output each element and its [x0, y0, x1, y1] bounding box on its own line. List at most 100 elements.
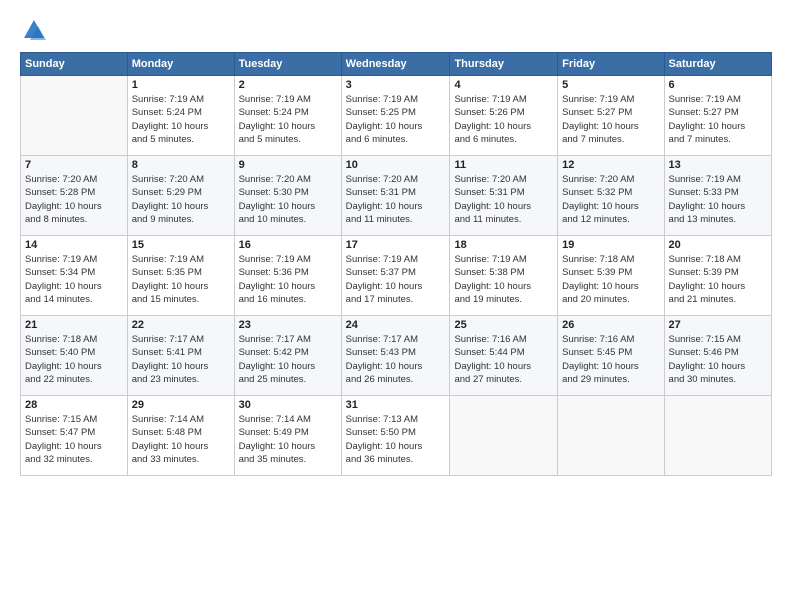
calendar-week-row: 28 Sunrise: 7:15 AMSunset: 5:47 PMDayligh… [21, 396, 772, 476]
day-info: Sunrise: 7:20 AMSunset: 5:30 PMDaylight:… [239, 173, 337, 226]
calendar-cell: 13 Sunrise: 7:19 AMSunset: 5:33 PMDayligh… [664, 156, 771, 236]
calendar-cell: 27 Sunrise: 7:15 AMSunset: 5:46 PMDayligh… [664, 316, 771, 396]
calendar-week-row: 21 Sunrise: 7:18 AMSunset: 5:40 PMDayligh… [21, 316, 772, 396]
day-info: Sunrise: 7:20 AMSunset: 5:28 PMDaylight:… [25, 173, 123, 226]
calendar-cell: 11 Sunrise: 7:20 AMSunset: 5:31 PMDayligh… [450, 156, 558, 236]
day-number: 13 [669, 159, 767, 171]
header [20, 16, 772, 44]
calendar-cell: 16 Sunrise: 7:19 AMSunset: 5:36 PMDayligh… [234, 236, 341, 316]
day-info: Sunrise: 7:19 AMSunset: 5:27 PMDaylight:… [669, 93, 767, 146]
day-info: Sunrise: 7:17 AMSunset: 5:43 PMDaylight:… [346, 333, 446, 386]
day-info: Sunrise: 7:19 AMSunset: 5:36 PMDaylight:… [239, 253, 337, 306]
day-info: Sunrise: 7:19 AMSunset: 5:37 PMDaylight:… [346, 253, 446, 306]
day-number: 19 [562, 239, 659, 251]
day-number: 6 [669, 79, 767, 91]
day-number: 18 [454, 239, 553, 251]
day-number: 17 [346, 239, 446, 251]
calendar-cell: 5 Sunrise: 7:19 AMSunset: 5:27 PMDaylight… [558, 76, 664, 156]
day-info: Sunrise: 7:16 AMSunset: 5:45 PMDaylight:… [562, 333, 659, 386]
day-number: 30 [239, 399, 337, 411]
day-number: 4 [454, 79, 553, 91]
day-number: 16 [239, 239, 337, 251]
day-number: 1 [132, 79, 230, 91]
day-number: 28 [25, 399, 123, 411]
day-info: Sunrise: 7:19 AMSunset: 5:34 PMDaylight:… [25, 253, 123, 306]
calendar-cell: 21 Sunrise: 7:18 AMSunset: 5:40 PMDayligh… [21, 316, 128, 396]
day-info: Sunrise: 7:14 AMSunset: 5:48 PMDaylight:… [132, 413, 230, 466]
calendar-cell: 4 Sunrise: 7:19 AMSunset: 5:26 PMDaylight… [450, 76, 558, 156]
calendar-cell: 18 Sunrise: 7:19 AMSunset: 5:38 PMDayligh… [450, 236, 558, 316]
calendar-cell: 17 Sunrise: 7:19 AMSunset: 5:37 PMDayligh… [341, 236, 450, 316]
calendar-cell: 14 Sunrise: 7:19 AMSunset: 5:34 PMDayligh… [21, 236, 128, 316]
calendar-table: SundayMondayTuesdayWednesdayThursdayFrid… [20, 52, 772, 476]
calendar-cell: 22 Sunrise: 7:17 AMSunset: 5:41 PMDayligh… [127, 316, 234, 396]
weekday-header-sunday: Sunday [21, 53, 128, 76]
day-info: Sunrise: 7:19 AMSunset: 5:35 PMDaylight:… [132, 253, 230, 306]
calendar-cell [664, 396, 771, 476]
day-info: Sunrise: 7:17 AMSunset: 5:42 PMDaylight:… [239, 333, 337, 386]
day-info: Sunrise: 7:14 AMSunset: 5:49 PMDaylight:… [239, 413, 337, 466]
weekday-header-monday: Monday [127, 53, 234, 76]
calendar-cell: 2 Sunrise: 7:19 AMSunset: 5:24 PMDaylight… [234, 76, 341, 156]
day-info: Sunrise: 7:19 AMSunset: 5:24 PMDaylight:… [239, 93, 337, 146]
day-info: Sunrise: 7:19 AMSunset: 5:26 PMDaylight:… [454, 93, 553, 146]
calendar-cell [558, 396, 664, 476]
day-number: 22 [132, 319, 230, 331]
day-info: Sunrise: 7:19 AMSunset: 5:27 PMDaylight:… [562, 93, 659, 146]
calendar-week-row: 14 Sunrise: 7:19 AMSunset: 5:34 PMDayligh… [21, 236, 772, 316]
day-info: Sunrise: 7:15 AMSunset: 5:46 PMDaylight:… [669, 333, 767, 386]
day-info: Sunrise: 7:19 AMSunset: 5:25 PMDaylight:… [346, 93, 446, 146]
day-info: Sunrise: 7:18 AMSunset: 5:40 PMDaylight:… [25, 333, 123, 386]
logo-icon [20, 16, 48, 44]
day-info: Sunrise: 7:19 AMSunset: 5:24 PMDaylight:… [132, 93, 230, 146]
day-number: 23 [239, 319, 337, 331]
calendar-cell: 26Sunrise: 7:16 AMSunset: 5:45 PMDayligh… [558, 316, 664, 396]
day-info: Sunrise: 7:20 AMSunset: 5:29 PMDaylight:… [132, 173, 230, 226]
weekday-header-saturday: Saturday [664, 53, 771, 76]
weekday-header-row: SundayMondayTuesdayWednesdayThursdayFrid… [21, 53, 772, 76]
day-info: Sunrise: 7:17 AMSunset: 5:41 PMDaylight:… [132, 333, 230, 386]
calendar-cell: 19 Sunrise: 7:18 AMSunset: 5:39 PMDayligh… [558, 236, 664, 316]
calendar-cell: 12 Sunrise: 7:20 AMSunset: 5:32 PMDayligh… [558, 156, 664, 236]
calendar-cell: 25Sunrise: 7:16 AMSunset: 5:44 PMDayligh… [450, 316, 558, 396]
day-number: 11 [454, 159, 553, 171]
day-info: Sunrise: 7:18 AMSunset: 5:39 PMDaylight:… [562, 253, 659, 306]
page: SundayMondayTuesdayWednesdayThursdayFrid… [0, 0, 792, 612]
day-number: 5 [562, 79, 659, 91]
weekday-header-wednesday: Wednesday [341, 53, 450, 76]
day-info: Sunrise: 7:20 AMSunset: 5:31 PMDaylight:… [346, 173, 446, 226]
day-number: 29 [132, 399, 230, 411]
day-info: Sunrise: 7:19 AMSunset: 5:38 PMDaylight:… [454, 253, 553, 306]
calendar-cell: 1 Sunrise: 7:19 AMSunset: 5:24 PMDaylight… [127, 76, 234, 156]
day-number: 31 [346, 399, 446, 411]
calendar-cell: 29 Sunrise: 7:14 AMSunset: 5:48 PMDayligh… [127, 396, 234, 476]
day-info: Sunrise: 7:13 AMSunset: 5:50 PMDaylight:… [346, 413, 446, 466]
day-info: Sunrise: 7:20 AMSunset: 5:32 PMDaylight:… [562, 173, 659, 226]
day-info: Sunrise: 7:19 AMSunset: 5:33 PMDaylight:… [669, 173, 767, 226]
day-info: Sunrise: 7:15 AMSunset: 5:47 PMDaylight:… [25, 413, 123, 466]
day-number: 2 [239, 79, 337, 91]
calendar-cell [450, 396, 558, 476]
calendar-cell: 31 Sunrise: 7:13 AMSunset: 5:50 PMDayligh… [341, 396, 450, 476]
calendar-cell: 10 Sunrise: 7:20 AMSunset: 5:31 PMDayligh… [341, 156, 450, 236]
day-number: 10 [346, 159, 446, 171]
calendar-cell: 30 Sunrise: 7:14 AMSunset: 5:49 PMDayligh… [234, 396, 341, 476]
day-number: 14 [25, 239, 123, 251]
day-number: 27 [669, 319, 767, 331]
calendar-cell: 3Sunrise: 7:19 AMSunset: 5:25 PMDaylight… [341, 76, 450, 156]
weekday-header-friday: Friday [558, 53, 664, 76]
day-info: Sunrise: 7:20 AMSunset: 5:31 PMDaylight:… [454, 173, 553, 226]
day-number: 15 [132, 239, 230, 251]
day-number: 7 [25, 159, 123, 171]
calendar-cell [21, 76, 128, 156]
calendar-week-row: 1 Sunrise: 7:19 AMSunset: 5:24 PMDaylight… [21, 76, 772, 156]
day-number: 21 [25, 319, 123, 331]
calendar-cell: 9Sunrise: 7:20 AMSunset: 5:30 PMDaylight… [234, 156, 341, 236]
calendar-cell: 8 Sunrise: 7:20 AMSunset: 5:29 PMDaylight… [127, 156, 234, 236]
calendar-cell: 7 Sunrise: 7:20 AMSunset: 5:28 PMDaylight… [21, 156, 128, 236]
day-number: 12 [562, 159, 659, 171]
day-number: 8 [132, 159, 230, 171]
day-info: Sunrise: 7:18 AMSunset: 5:39 PMDaylight:… [669, 253, 767, 306]
calendar-cell: 6 Sunrise: 7:19 AMSunset: 5:27 PMDaylight… [664, 76, 771, 156]
weekday-header-thursday: Thursday [450, 53, 558, 76]
